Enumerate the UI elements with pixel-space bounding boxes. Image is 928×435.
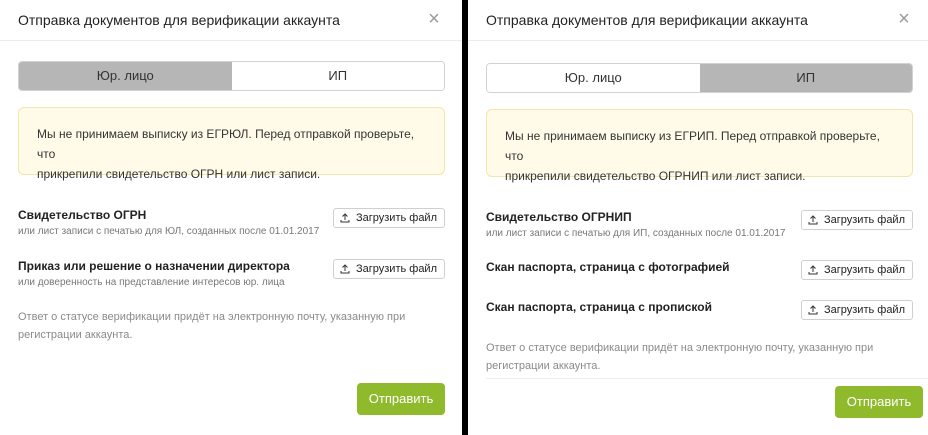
upload-icon [340, 264, 350, 274]
entity-type-tabs: Юр. лицо ИП [486, 63, 913, 93]
note-line: Ответ о статусе верификации придёт на эл… [486, 342, 874, 354]
verification-status-note: Ответ о статусе верификации придёт на эл… [486, 339, 906, 375]
note-line: Ответ о статусе верификации придёт на эл… [18, 311, 406, 323]
upload-icon [808, 265, 818, 275]
verification-dialog-individual-entrepreneur: Отправка документов для верификации акка… [468, 0, 928, 435]
upload-label: Загрузить файл [823, 214, 905, 226]
upload-icon [808, 305, 818, 315]
tab-individual-entrepreneur[interactable]: ИП [231, 62, 444, 90]
upload-icon [340, 213, 350, 223]
verification-dialog-legal-entity: Отправка документов для верификации акка… [0, 0, 462, 435]
notice-line: прикрепили свидетельство ОГРН или лист з… [37, 167, 321, 181]
warning-notice: Мы не принимаем выписку из ЕГРЮЛ. Перед … [18, 107, 445, 181]
notice-line: Мы не принимаем выписку из ЕГРЮЛ. Перед … [37, 127, 415, 161]
submit-button[interactable]: Отправить [835, 386, 923, 418]
upload-file-button[interactable]: Загрузить файл [332, 208, 445, 228]
document-item-ogrnip: Свидетельство ОГРНИП или лист записи с п… [486, 210, 913, 241]
verification-status-note: Ответ о статусе верификации придёт на эл… [18, 308, 438, 344]
upload-label: Загрузить файл [823, 264, 905, 276]
dialog-title: Отправка документов для верификации акка… [486, 12, 808, 28]
upload-file-button[interactable]: Загрузить файл [332, 259, 445, 279]
upload-label: Загрузить файл [823, 304, 905, 316]
dialog-header: Отправка документов для верификации акка… [468, 0, 928, 41]
tab-individual-entrepreneur[interactable]: ИП [699, 64, 912, 92]
dialog-title: Отправка документов для верификации акка… [18, 12, 340, 28]
document-item-passport-registration: Скан паспорта, страница с пропиской Загр… [486, 300, 913, 320]
tab-legal-entity[interactable]: Юр. лицо [19, 62, 232, 90]
note-line: регистрации аккаунта. [486, 360, 601, 372]
dialog-header: Отправка документов для верификации акка… [0, 0, 462, 41]
upload-icon [808, 215, 818, 225]
notice-line: Мы не принимаем выписку из ЕГРИП. Перед … [505, 129, 880, 163]
note-line: регистрации аккаунта. [18, 329, 133, 341]
entity-type-tabs: Юр. лицо ИП [18, 61, 445, 91]
upload-label: Загрузить файл [355, 263, 437, 275]
upload-file-button[interactable]: Загрузить файл [800, 260, 913, 280]
submit-button[interactable]: Отправить [357, 383, 445, 415]
document-item-ogrn: Свидетельство ОГРН или лист записи с печ… [18, 208, 445, 239]
tab-legal-entity[interactable]: Юр. лицо [487, 64, 700, 92]
footer-divider [486, 378, 928, 379]
upload-file-button[interactable]: Загрузить файл [800, 210, 913, 230]
upload-label: Загрузить файл [355, 212, 437, 224]
close-icon[interactable]: × [424, 9, 444, 29]
close-icon[interactable]: × [894, 9, 914, 29]
warning-notice: Мы не принимаем выписку из ЕГРИП. Перед … [486, 109, 913, 183]
document-item-director-order: Приказ или решение о назначении директор… [18, 259, 445, 290]
notice-line: прикрепили свидетельство ОГРНИП или лист… [505, 169, 806, 183]
upload-file-button[interactable]: Загрузить файл [800, 300, 913, 320]
document-item-passport-photo: Скан паспорта, страница с фотографией За… [486, 260, 913, 280]
